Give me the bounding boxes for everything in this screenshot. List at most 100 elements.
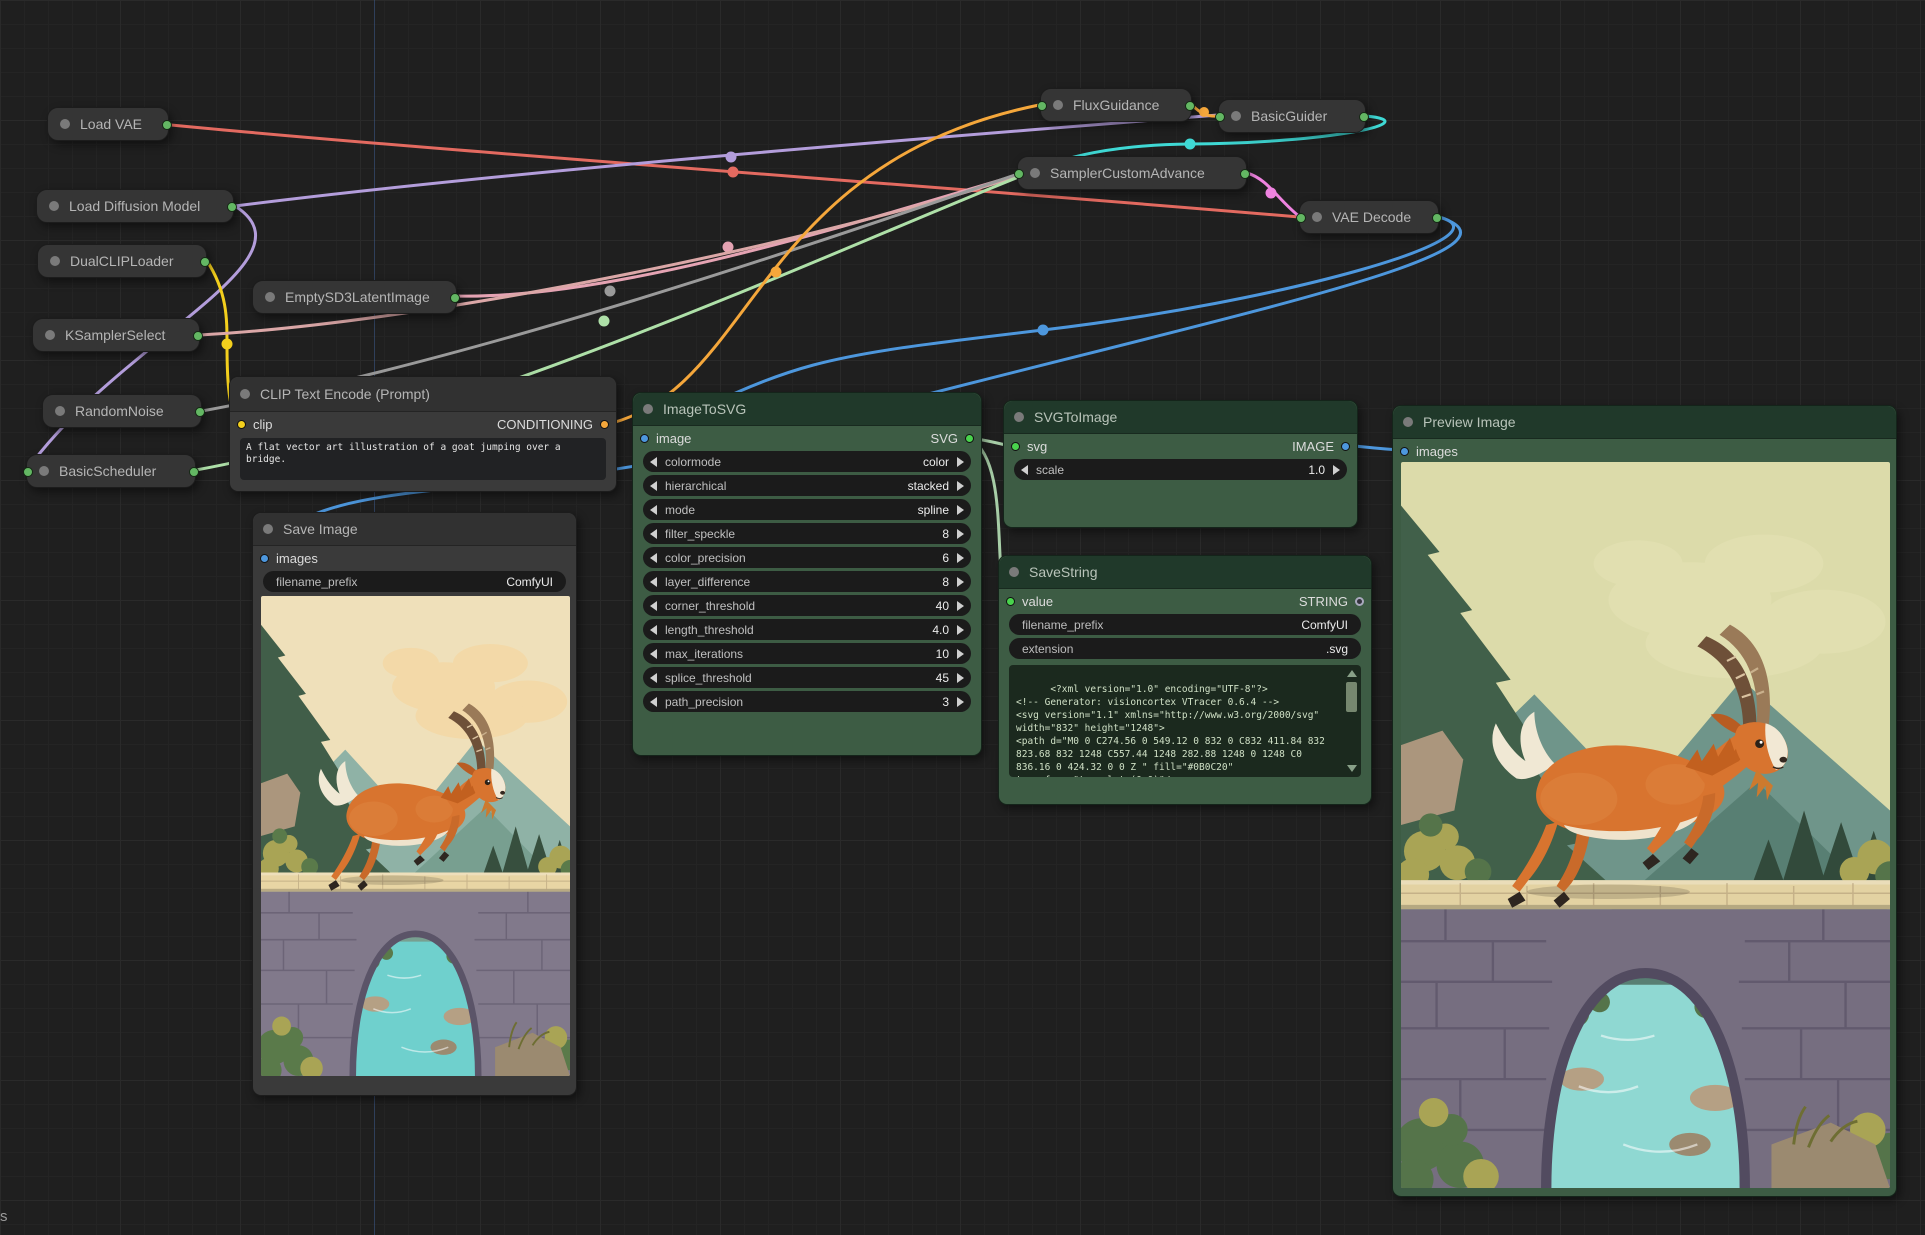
decrement-arrow-icon[interactable] xyxy=(650,457,657,467)
output-port[interactable] xyxy=(200,257,210,267)
collapse-dot-icon[interactable] xyxy=(60,119,70,129)
node-basic-guider[interactable]: BasicGuider xyxy=(1218,99,1366,133)
node-ksampler-select[interactable]: KSamplerSelect xyxy=(32,318,200,352)
decrement-arrow-icon[interactable] xyxy=(1021,465,1028,475)
scrollbar[interactable] xyxy=(1345,668,1358,774)
images-input-port[interactable] xyxy=(260,554,269,563)
output-port[interactable] xyxy=(195,407,205,417)
increment-arrow-icon[interactable] xyxy=(957,481,964,491)
node-load-diffusion-model[interactable]: Load Diffusion Model xyxy=(36,189,234,223)
decrement-arrow-icon[interactable] xyxy=(650,577,657,587)
mode-widget[interactable]: mode spline xyxy=(643,499,971,520)
output-port[interactable] xyxy=(189,467,199,477)
length-threshold-widget[interactable]: length_threshold 4.0 xyxy=(643,619,971,640)
scroll-up-icon[interactable] xyxy=(1347,670,1357,677)
increment-arrow-icon[interactable] xyxy=(957,625,964,635)
node-header[interactable]: Save Image xyxy=(253,513,576,546)
images-input-port[interactable] xyxy=(1400,447,1409,456)
input-port[interactable] xyxy=(1215,112,1225,122)
filename-prefix-widget[interactable]: filename_prefix ComfyUI xyxy=(263,571,566,592)
increment-arrow-icon[interactable] xyxy=(957,529,964,539)
input-port[interactable] xyxy=(1296,213,1306,223)
scroll-down-icon[interactable] xyxy=(1347,765,1357,772)
output-port[interactable] xyxy=(1432,213,1442,223)
node-flux-guidance[interactable]: FluxGuidance xyxy=(1040,88,1192,122)
svg-source-textarea[interactable]: <?xml version="1.0" encoding="UTF-8"?> <… xyxy=(1009,665,1361,777)
node-basic-scheduler[interactable]: BasicScheduler xyxy=(26,454,196,488)
conditioning-output-port[interactable] xyxy=(600,420,609,429)
output-port[interactable] xyxy=(227,202,237,212)
collapse-dot-icon[interactable] xyxy=(45,330,55,340)
increment-arrow-icon[interactable] xyxy=(957,457,964,467)
node-preview-image[interactable]: Preview Image images xyxy=(1392,405,1897,1197)
node-header[interactable]: CLIP Text Encode (Prompt) xyxy=(230,377,616,412)
image-output-port[interactable] xyxy=(1341,442,1350,451)
increment-arrow-icon[interactable] xyxy=(957,649,964,659)
extension-widget[interactable]: extension .svg xyxy=(1009,638,1361,659)
hierarchical-widget[interactable]: hierarchical stacked xyxy=(643,475,971,496)
decrement-arrow-icon[interactable] xyxy=(650,697,657,707)
node-sampler-custom-advance[interactable]: SamplerCustomAdvance xyxy=(1017,156,1247,190)
filter-speckle-widget[interactable]: filter_speckle 8 xyxy=(643,523,971,544)
collapse-dot-icon[interactable] xyxy=(50,256,60,266)
node-header[interactable]: Preview Image xyxy=(1393,406,1896,439)
node-dual-clip-loader[interactable]: DualCLIPLoader xyxy=(37,244,207,278)
collapse-dot-icon[interactable] xyxy=(1403,417,1413,427)
splice-threshold-widget[interactable]: splice_threshold 45 xyxy=(643,667,971,688)
filename-prefix-widget[interactable]: filename_prefix ComfyUI xyxy=(1009,614,1361,635)
colormode-widget[interactable]: colormode color xyxy=(643,451,971,472)
output-port[interactable] xyxy=(1185,101,1195,111)
node-header[interactable]: ImageToSVG xyxy=(633,393,981,426)
decrement-arrow-icon[interactable] xyxy=(650,673,657,683)
path-precision-widget[interactable]: path_precision 3 xyxy=(643,691,971,712)
svg-input-port[interactable] xyxy=(1011,442,1020,451)
increment-arrow-icon[interactable] xyxy=(957,577,964,587)
prompt-textarea[interactable]: A flat vector art illustration of a goat… xyxy=(240,438,606,480)
node-save-image[interactable]: Save Image images filename_prefix ComfyU… xyxy=(252,512,577,1096)
decrement-arrow-icon[interactable] xyxy=(650,529,657,539)
decrement-arrow-icon[interactable] xyxy=(650,505,657,515)
collapse-dot-icon[interactable] xyxy=(49,201,59,211)
node-save-string[interactable]: SaveString value STRING filename_prefix … xyxy=(998,555,1372,805)
collapse-dot-icon[interactable] xyxy=(1231,111,1241,121)
color-precision-widget[interactable]: color_precision 6 xyxy=(643,547,971,568)
svg-output-port[interactable] xyxy=(965,434,974,443)
collapse-dot-icon[interactable] xyxy=(643,404,653,414)
decrement-arrow-icon[interactable] xyxy=(650,625,657,635)
collapse-dot-icon[interactable] xyxy=(39,466,49,476)
decrement-arrow-icon[interactable] xyxy=(650,553,657,563)
collapse-dot-icon[interactable] xyxy=(1009,567,1019,577)
node-header[interactable]: SVGToImage xyxy=(1004,401,1357,434)
max-iterations-widget[interactable]: max_iterations 10 xyxy=(643,643,971,664)
output-port[interactable] xyxy=(162,120,172,130)
decrement-arrow-icon[interactable] xyxy=(650,601,657,611)
input-port[interactable] xyxy=(23,467,33,477)
node-random-noise[interactable]: RandomNoise xyxy=(42,394,202,428)
increment-arrow-icon[interactable] xyxy=(957,673,964,683)
collapse-dot-icon[interactable] xyxy=(55,406,65,416)
node-graph-canvas[interactable]: Load VAE Load Diffusion Model DualCLIPLo… xyxy=(0,0,1925,1235)
input-port[interactable] xyxy=(1037,101,1047,111)
value-input-port[interactable] xyxy=(1006,597,1015,606)
image-input-port[interactable] xyxy=(640,434,649,443)
output-port[interactable] xyxy=(450,293,460,303)
node-image-to-svg[interactable]: ImageToSVG image SVG colormode color hie… xyxy=(632,392,982,756)
collapse-dot-icon[interactable] xyxy=(265,292,275,302)
collapse-dot-icon[interactable] xyxy=(1030,168,1040,178)
increment-arrow-icon[interactable] xyxy=(1333,465,1340,475)
increment-arrow-icon[interactable] xyxy=(957,697,964,707)
output-port[interactable] xyxy=(1359,112,1369,122)
output-port[interactable] xyxy=(193,331,203,341)
increment-arrow-icon[interactable] xyxy=(957,601,964,611)
input-port[interactable] xyxy=(1014,169,1024,179)
decrement-arrow-icon[interactable] xyxy=(650,649,657,659)
collapse-dot-icon[interactable] xyxy=(263,524,273,534)
string-output-port[interactable] xyxy=(1355,597,1364,606)
decrement-arrow-icon[interactable] xyxy=(650,481,657,491)
node-empty-sd3-latent-image[interactable]: EmptySD3LatentImage xyxy=(252,280,457,314)
layer-difference-widget[interactable]: layer_difference 8 xyxy=(643,571,971,592)
node-vae-decode[interactable]: VAE Decode xyxy=(1299,200,1439,234)
collapse-dot-icon[interactable] xyxy=(1053,100,1063,110)
node-load-vae[interactable]: Load VAE xyxy=(47,107,169,141)
collapse-dot-icon[interactable] xyxy=(1014,412,1024,422)
